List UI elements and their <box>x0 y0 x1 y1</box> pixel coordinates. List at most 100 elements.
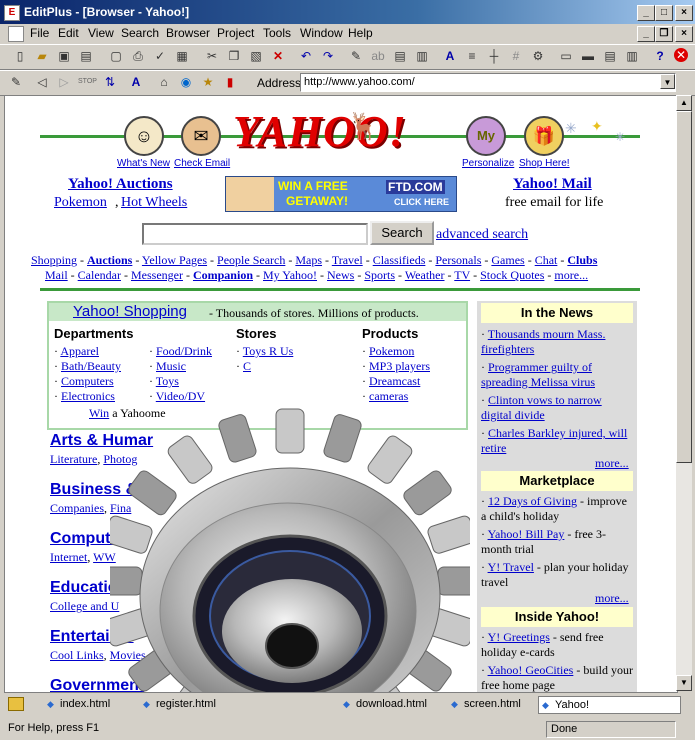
marketplace-link[interactable]: Y! Travel <box>488 560 534 574</box>
scroll-down-button[interactable]: ▼ <box>676 675 692 691</box>
delete-icon[interactable]: ✕ <box>270 48 286 64</box>
browser-view-icon[interactable]: ▬ <box>580 48 596 64</box>
word-wrap-icon[interactable]: ≡ <box>464 48 480 64</box>
nav-maps[interactable]: Maps <box>295 253 322 267</box>
nav-tv[interactable]: TV <box>454 268 470 282</box>
minimize-button[interactable]: _ <box>637 5 655 21</box>
address-field[interactable]: http://www.yahoo.com/ ▼ <box>300 73 676 92</box>
spell-check-icon[interactable]: ✓ <box>152 48 168 64</box>
inside-link[interactable]: Y! Greetings <box>488 630 550 644</box>
search-button[interactable]: Search <box>370 221 434 245</box>
inside-link[interactable]: Yahoo! GeoCities <box>488 663 574 677</box>
maximize-button[interactable]: □ <box>655 5 673 21</box>
search-input[interactable] <box>142 223 368 245</box>
nav-travel[interactable]: Travel <box>332 253 363 267</box>
ftd-banner[interactable]: WIN A FREE GETAWAY! FTD.COM CLICK HERE <box>225 176 457 212</box>
tab-yahoo[interactable]: Yahoo! <box>538 696 681 714</box>
shop-here-icon[interactable]: 🎁 <box>524 116 564 156</box>
home-icon[interactable]: ⌂ <box>156 74 172 90</box>
advanced-search-link[interactable]: advanced search <box>436 227 528 243</box>
news-link[interactable]: Thousands mourn Mass. firefighters <box>481 327 605 356</box>
doc-restore-button[interactable]: ❐ <box>655 26 673 42</box>
forward-icon[interactable]: ▷ <box>56 74 72 90</box>
nav-classifieds[interactable]: Classifieds <box>373 253 426 267</box>
nav-shopping[interactable]: Shopping <box>31 253 77 267</box>
copy-icon[interactable]: ❐ <box>226 48 242 64</box>
subcategory-link[interactable]: Internet <box>50 550 87 564</box>
hot-wheels-link[interactable]: Hot Wheels <box>121 195 187 211</box>
check-email-link[interactable]: Check Email <box>174 158 230 169</box>
menu-search[interactable]: Search <box>121 26 159 40</box>
find-icon[interactable]: ✎ <box>348 48 364 64</box>
doc-minimize-button[interactable]: _ <box>637 26 655 42</box>
nav-companion[interactable]: Companion <box>193 268 253 282</box>
find-next-icon[interactable]: ab <box>370 48 386 64</box>
menu-tools[interactable]: Tools <box>263 26 291 40</box>
dept-link[interactable]: Electronics <box>61 389 115 403</box>
scroll-thumb[interactable] <box>676 111 692 463</box>
ruler-icon[interactable]: ┼ <box>486 48 502 64</box>
nav-news[interactable]: News <box>327 268 354 282</box>
address-dropdown[interactable]: ▼ <box>660 74 675 89</box>
bookmark-icon[interactable]: ▮ <box>222 74 238 90</box>
undo-icon[interactable]: ↶ <box>298 48 314 64</box>
doc-close-button[interactable]: × <box>675 26 693 42</box>
marketplace-more-link[interactable]: more... <box>595 591 629 606</box>
vertical-scrollbar[interactable]: ▲ ▼ <box>676 95 692 691</box>
news-link[interactable]: Clinton vows to narrow digital divide <box>481 393 602 422</box>
nav-yellow-pages[interactable]: Yellow Pages <box>142 253 207 267</box>
yahoo-auctions-link[interactable]: Yahoo! Auctions <box>68 176 173 193</box>
scroll-up-button[interactable]: ▲ <box>676 95 692 111</box>
tab-index[interactable]: index.html <box>44 696 110 712</box>
window-list-icon[interactable]: ▭ <box>558 48 574 64</box>
whats-new-icon[interactable]: ☺ <box>124 116 164 156</box>
font-icon[interactable]: A <box>442 48 458 64</box>
folder-icon[interactable] <box>8 697 24 711</box>
tab-register[interactable]: register.html <box>140 696 216 712</box>
cut-icon[interactable]: ✂ <box>204 48 220 64</box>
nav-sports[interactable]: Sports <box>364 268 395 282</box>
help-icon[interactable]: ? <box>652 48 668 64</box>
yahoo-logo[interactable]: YAHOO! <box>233 106 407 157</box>
marketplace-link[interactable]: 12 Days of Giving <box>488 494 577 508</box>
nav-stock-quotes[interactable]: Stock Quotes <box>480 268 544 282</box>
nav-personals[interactable]: Personals <box>435 253 481 267</box>
doc-icon[interactable] <box>8 26 24 42</box>
subcategory-link[interactable]: Companies <box>50 501 104 515</box>
save-all-icon[interactable]: ▤ <box>78 48 94 64</box>
save-icon[interactable]: ▣ <box>56 48 72 64</box>
print-preview-icon[interactable]: ▢ <box>108 48 124 64</box>
dept-link[interactable]: Apparel <box>60 344 99 358</box>
refresh-icon[interactable]: ⇅ <box>102 74 118 90</box>
pen-icon[interactable]: ✎ <box>8 74 24 90</box>
tab-screen[interactable]: screen.html <box>448 696 521 712</box>
menu-window[interactable]: Window <box>300 26 343 40</box>
win-link[interactable]: Win <box>89 406 109 420</box>
nav-clubs[interactable]: Clubs <box>567 253 597 267</box>
yahoo-mail-link[interactable]: Yahoo! Mail <box>513 176 592 193</box>
nav-calendar[interactable]: Calendar <box>78 268 121 282</box>
goto-icon[interactable]: ▥ <box>414 48 430 64</box>
menu-project[interactable]: Project <box>217 26 254 40</box>
whats-new-link[interactable]: What's New <box>117 158 170 169</box>
nav-mail[interactable]: Mail <box>45 268 68 282</box>
open-folder-icon[interactable]: ▰ <box>34 48 50 64</box>
browser-stop-icon[interactable]: STOP <box>78 74 97 90</box>
back-icon[interactable]: ◁ <box>34 74 50 90</box>
replace-icon[interactable]: ▤ <box>392 48 408 64</box>
dept-link[interactable]: Computers <box>61 374 114 388</box>
favorites-icon[interactable]: ★ <box>200 74 216 90</box>
preferences-icon[interactable]: ⚙ <box>530 48 546 64</box>
font-size-icon[interactable]: A <box>128 74 144 90</box>
nav-weather[interactable]: Weather <box>405 268 445 282</box>
marketplace-link[interactable]: Yahoo! Bill Pay <box>488 527 565 541</box>
nav-more[interactable]: more... <box>554 268 588 282</box>
personalize-link[interactable]: Personalize <box>462 158 514 169</box>
web-icon[interactable]: ◉ <box>178 74 194 90</box>
menu-edit[interactable]: Edit <box>58 26 79 40</box>
print-setup-icon[interactable]: ▦ <box>174 48 190 64</box>
menu-view[interactable]: View <box>88 26 114 40</box>
menu-help[interactable]: Help <box>348 26 373 40</box>
menu-file[interactable]: File <box>30 26 49 40</box>
menu-browser[interactable]: Browser <box>166 26 210 40</box>
